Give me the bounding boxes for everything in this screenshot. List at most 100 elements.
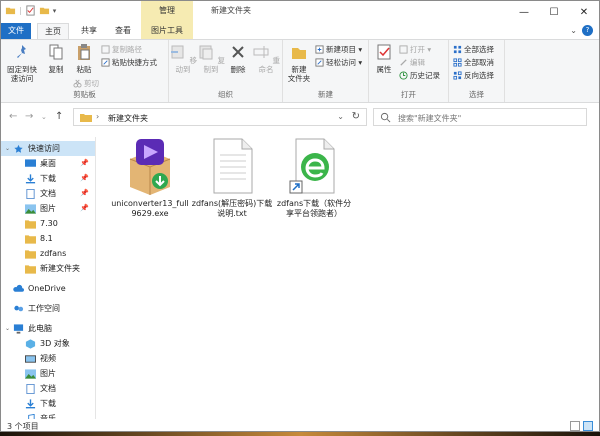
new-folder-icon[interactable] [39,5,50,16]
rename-icon [253,46,269,58]
nav-desktop[interactable]: 桌面 📌 [1,156,95,171]
nav-label: 快速访问 [28,144,60,153]
select-none-label: 全部取消 [464,58,494,67]
nav-downloads[interactable]: 下载 📌 [1,171,95,186]
up-arrow-icon[interactable]: ↑ [55,111,63,122]
new-item-icon [315,45,324,54]
copy-path-button[interactable]: 复制路径 [101,44,142,55]
explorer-window: | ▾ 管理 新建文件夹 — ☐ ✕ 文件 主页 共享 查看 图片工具 ⌄ ? … [0,0,600,432]
large-icons-view-icon[interactable] [583,421,593,431]
breadcrumb-current[interactable]: 新建文件夹 [108,113,148,124]
status-bar: 3 个项目 [1,419,599,431]
tab-picture-tools[interactable]: 图片工具 [141,23,193,39]
ribbon-tabs: 文件 主页 共享 查看 图片工具 ⌄ ? [1,23,599,39]
search-placeholder: 搜索"新建文件夹" [398,114,462,123]
folder-icon [25,249,36,259]
back-arrow-icon[interactable]: ← [9,111,17,122]
select-none-button[interactable]: 全部取消 [453,57,494,68]
tab-home[interactable]: 主页 [37,23,69,39]
copy-to-button[interactable]: 复制到 [197,43,225,74]
new-item-button[interactable]: 新建项目 ▾ [315,44,362,55]
nav-folder-new[interactable]: 新建文件夹 [1,261,95,276]
nav-folder-730[interactable]: 7.30 [1,216,95,231]
nav-label: 此电脑 [28,324,52,333]
copy-icon [49,44,63,60]
tab-view[interactable]: 查看 [107,23,139,39]
pin-icon: 📌 [80,174,89,182]
file-item[interactable]: zdfans下载（软件分享平台领跑者） [273,137,355,219]
tab-share[interactable]: 共享 [73,23,105,39]
delete-x-icon [232,46,244,58]
copy-to-icon [199,45,213,60]
nav-label: 7.30 [40,219,58,228]
nav-documents[interactable]: 文档 📌 [1,186,95,201]
copy-path-icon [101,45,110,54]
view-switcher [570,421,593,431]
close-button[interactable]: ✕ [569,1,599,23]
maximize-button[interactable]: ☐ [539,1,569,23]
rename-button[interactable]: 重命名 [251,43,281,74]
nav-pictures[interactable]: 图片 📌 [1,201,95,216]
file-item[interactable]: zdfans(解压密码)下载说明.txt [191,137,273,219]
refresh-icon[interactable]: ↻ [352,111,360,122]
title-bar: | ▾ 管理 新建文件夹 — ☐ ✕ [1,1,599,23]
easy-access-button[interactable]: 轻松访问 ▾ [315,57,362,68]
open-button[interactable]: 打开 ▾ [399,44,431,55]
recent-locations-chevron-icon[interactable]: ⌄ [41,113,47,121]
properties-check-icon[interactable] [25,5,36,16]
nav-this-pc[interactable]: ⌄ 此电脑 [1,321,95,336]
search-box[interactable]: 搜索"新建文件夹" [373,108,587,126]
ribbon-collapse-chevron-icon[interactable]: ⌄ [570,26,577,35]
select-all-button[interactable]: 全部选择 [453,44,494,55]
nav-videos[interactable]: 视频 [1,351,95,366]
address-bar[interactable]: › 新建文件夹 ⌄ ↻ [73,108,367,126]
nav-downloads-pc[interactable]: 下载 [1,396,95,411]
nav-workspace[interactable]: 工作空间 [1,301,95,316]
nav-label: 图片 [40,204,56,213]
new-folder-button[interactable]: 新建 文件夹 [285,43,313,83]
easy-access-icon [315,58,324,67]
minimize-button[interactable]: — [509,1,539,23]
nav-3d-objects[interactable]: 3D 对象 [1,336,95,351]
nav-label: 3D 对象 [40,339,70,348]
navigation-pane: ⌄ 快速访问 桌面 📌 下载 📌 文档 📌 图片 📌 7.30 8.1 zdfa… [1,137,95,421]
nav-quick-access[interactable]: ⌄ 快速访问 [1,141,95,156]
pin-quick-access-button[interactable]: 固定到快 速访问 [5,43,39,83]
nav-folder-81[interactable]: 8.1 [1,231,95,246]
qat-dropdown-icon[interactable]: ▾ [53,7,57,15]
nav-label: 8.1 [40,234,53,243]
file-item[interactable]: uniconverter13_full9629.exe [109,137,191,219]
delete-button[interactable]: 删除 [227,43,249,74]
copy-button[interactable]: 复制 [43,43,69,74]
paste-button[interactable]: 粘贴 [71,43,97,74]
details-view-icon[interactable] [570,421,580,431]
picture-icon [25,203,36,214]
scissors-icon [73,79,82,88]
edit-button[interactable]: 编辑 [399,57,425,68]
move-to-button[interactable]: 移动到 [169,43,197,74]
cloud-icon [13,284,24,292]
nav-pictures-pc[interactable]: 图片 [1,366,95,381]
nav-onedrive[interactable]: OneDrive [1,281,95,296]
nav-folder-zdfans[interactable]: zdfans [1,246,95,261]
paste-shortcut-button[interactable]: 粘贴快捷方式 [101,57,157,68]
pin-label: 固定到快 速访问 [7,65,37,83]
history-button[interactable]: 历史记录 [399,70,440,81]
tab-file[interactable]: 文件 [1,23,31,39]
forward-arrow-icon[interactable]: → [25,111,33,122]
nav-label: 新建文件夹 [40,264,80,273]
nav-pane-divider [95,137,96,421]
nav-documents-pc[interactable]: 文档 [1,381,95,396]
nav-label: zdfans [40,249,67,258]
picture-icon [25,368,36,379]
invert-selection-button[interactable]: 反向选择 [453,70,494,81]
properties-button[interactable]: 属性 [371,43,397,74]
cut-button[interactable]: 剪切 [73,78,99,89]
computer-icon [13,323,24,334]
paste-icon [78,44,90,60]
address-dropdown-icon[interactable]: ⌄ [337,112,344,121]
expand-chevron-icon[interactable]: ⌄ [5,145,10,152]
help-icon[interactable]: ? [582,25,593,36]
expand-chevron-icon[interactable]: ⌄ [5,325,10,332]
folder-icon [25,234,36,244]
